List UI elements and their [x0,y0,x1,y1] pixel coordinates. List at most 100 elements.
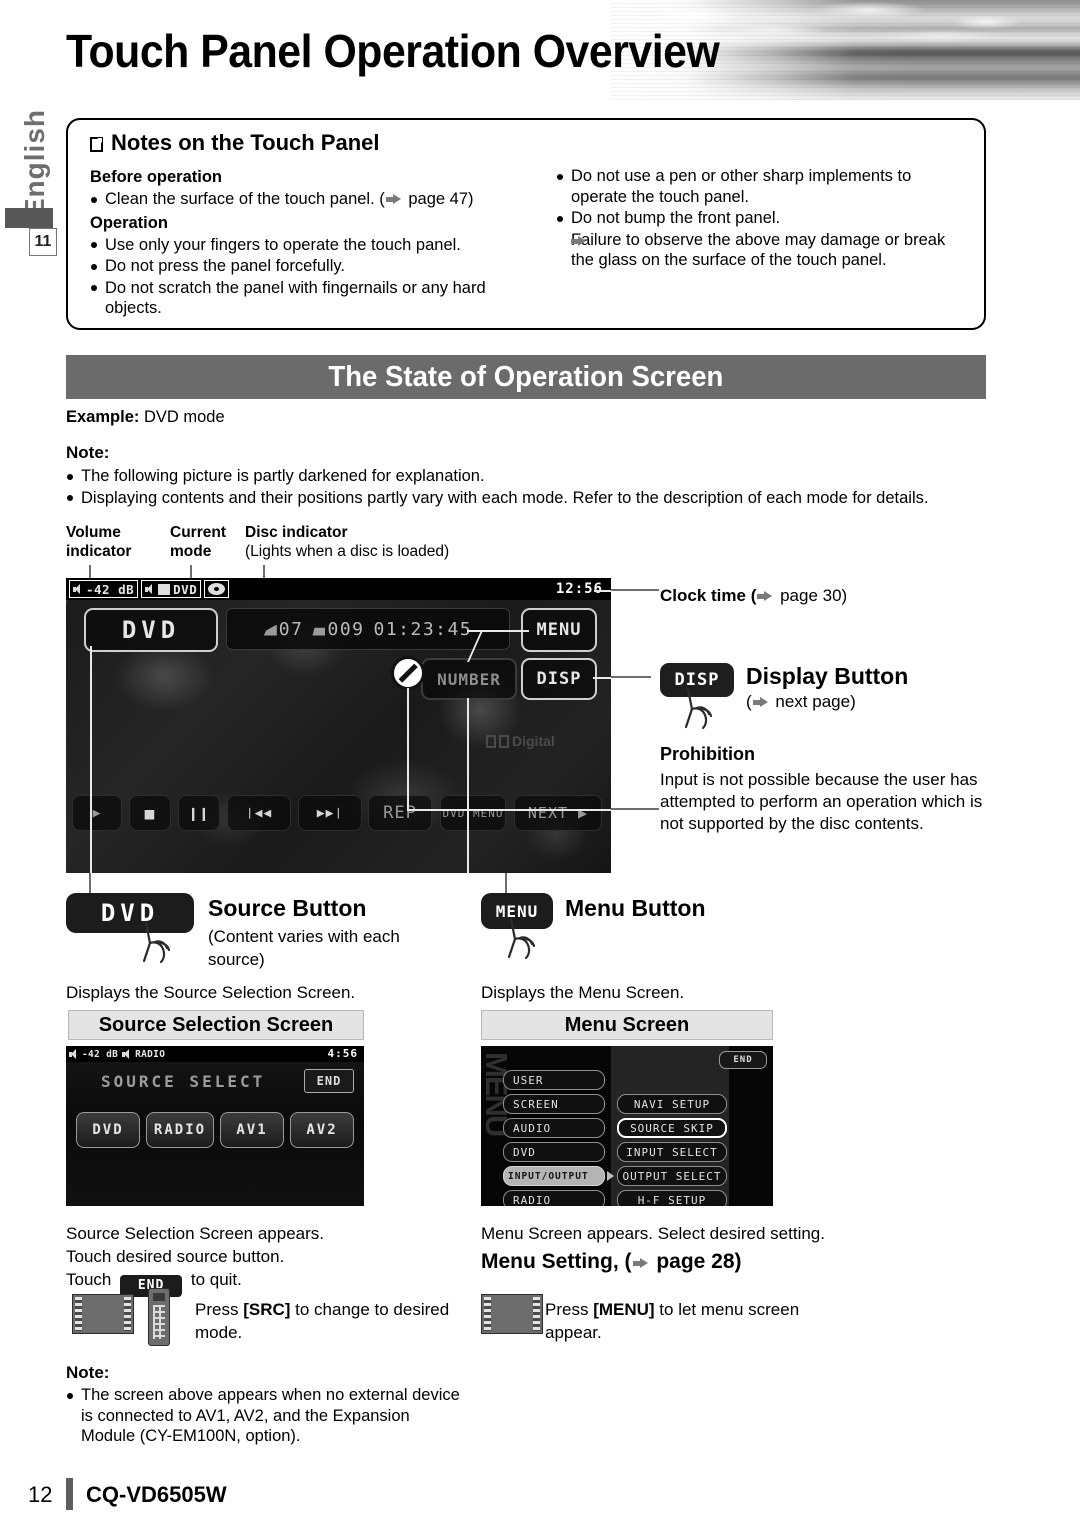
dvd-menu-button[interactable]: DVD MENU [440,795,506,831]
source-screen-status-bar: -42 dB RADIO 4:56 [66,1046,364,1062]
menu-item-source-skip[interactable]: SOURCE SKIP [617,1118,727,1138]
menu-item-audio[interactable]: AUDIO [503,1118,605,1138]
callout-clock-page: page 30) [775,586,848,605]
source-selection-screen-title: Source Selection Screen [68,1010,364,1040]
leader-line [89,873,91,895]
screen-number-button[interactable]: NUMBER [421,658,517,700]
screen-menu-button[interactable]: MENU [521,608,597,652]
dolby-d-icon [499,734,509,748]
source-end-button[interactable]: END [304,1069,354,1093]
example-line: Example: DVD mode [66,408,225,427]
next-track-button[interactable]: ▶▶❘ [298,795,362,831]
callout-volume-line1: Volume [66,524,121,541]
menu-item-input-select[interactable]: INPUT SELECT [617,1142,727,1162]
source-option-av1[interactable]: AV1 [220,1112,284,1148]
list-item: Do not scratch the panel with fingernail… [90,278,510,319]
menu-item-hf-setup[interactable]: H-F SETUP [617,1190,727,1206]
leader-line [505,873,507,895]
stop-button[interactable]: ■ [129,795,171,831]
notes-right-list: Do not use a pen or other sharp implemen… [556,166,968,271]
list-item: Do not press the panel forcefully. [90,256,510,277]
source-button-sub: (Content varies with each source) [208,927,400,969]
volume-value: -42 dB [86,581,135,597]
chapter-icon [263,624,277,636]
menu-item-navi-setup[interactable]: NAVI SETUP [617,1094,727,1114]
source-option-av2[interactable]: AV2 [290,1112,354,1148]
menu-item-screen[interactable]: SCREEN [503,1094,605,1114]
leader-line [263,565,265,579]
press-src-text: Press [SRC] to change to desired mode. [195,1298,455,1344]
disc-icon [208,583,226,595]
list-item-sub: Failure to observe the above may damage … [556,230,968,271]
dolby-label: Digital [512,733,555,749]
arrow-icon [632,1258,648,1269]
speaker-icon [69,1048,80,1060]
menu-item-dvd[interactable]: DVD [503,1142,605,1162]
track-value: 009 [327,618,365,640]
language-tab-label: English [19,108,50,218]
source-displays-text: Displays the Source Selection Screen. [66,983,356,1002]
menu-setting-post: page 28) [650,1250,742,1273]
source-after-line1: Source Selection Screen appears. [66,1224,324,1243]
source-after-text: Source Selection Screen appears. Touch d… [66,1222,466,1297]
elapsed-time-value: 01:23:45 [373,618,473,640]
current-mode-group: DVD [141,580,202,598]
callout-disc-title: Disc indicator [245,524,348,541]
menu-item-user[interactable]: USER [503,1070,605,1090]
before-operation-heading: Before operation [90,168,223,186]
next-page-button[interactable]: NEXT ▶ [514,795,602,831]
press-key: [MENU] [593,1300,655,1319]
callout-mode-line2: mode [170,543,212,560]
menu-setting-pre: Menu Setting, ( [481,1250,632,1273]
callout-disc-sub: (Lights when a disc is loaded) [245,543,450,560]
finger-pointer-icon [676,687,724,733]
leader-line [190,565,192,579]
source-selection-screen: -42 dB RADIO 4:56 SOURCE SELECT END DVD … [66,1046,364,1206]
repeat-button[interactable]: REP [368,795,432,831]
source-select-heading: SOURCE SELECT [101,1072,266,1091]
leader-line [467,630,529,632]
source-volume-value: -42 dB [82,1048,119,1060]
square-bullet-icon [90,136,103,152]
menu-end-button[interactable]: END [719,1051,767,1069]
operation-list: Use only your fingers to operate the tou… [90,235,510,319]
prohibition-icon [391,656,425,690]
before-operation-item-text: Clean the surface of the touch panel. ( [105,190,385,208]
menu-item-radio[interactable]: RADIO [503,1190,605,1206]
notes-panel-title: Notes on the Touch Panel [90,130,380,156]
remote-control-icon [148,1288,170,1346]
callout-prohibition: Prohibition Input is not possible becaus… [660,744,990,835]
menu-item-input-output[interactable]: INPUT/OUTPUT [503,1166,605,1186]
arrow-icon [752,697,768,708]
list-item: The screen above appears when no externa… [66,1385,466,1447]
mode-value: DVD [173,581,198,597]
source-after-line3: Touch END to quit. [66,1268,466,1297]
screen-disp-button[interactable]: DISP [521,658,597,700]
note-list: The screen above appears when no externa… [66,1385,466,1448]
leader-line [89,565,91,579]
list-item: Do not bump the front panel. [556,208,968,229]
screen-source-button[interactable]: DVD [84,608,218,652]
list-item: Displaying contents and their positions … [66,488,996,509]
previous-track-button[interactable]: ❘◀◀ [227,795,291,831]
source-button-title: Source Button [208,895,367,921]
menu-item-output-select[interactable]: OUTPUT SELECT [617,1166,727,1186]
press-pre: Press [545,1300,594,1319]
leader-line [467,698,469,873]
source-option-radio[interactable]: RADIO [146,1112,214,1148]
head-unit-icon [72,1294,134,1334]
leader-line [594,590,611,592]
leader-line [611,589,659,591]
source-after-line2: Touch desired source button. [66,1247,285,1266]
pause-button[interactable]: ❙❙ [178,795,220,831]
leader-line [611,808,659,810]
source-mode-value: RADIO [135,1048,166,1060]
source-option-dvd[interactable]: DVD [76,1112,140,1148]
list-item: Clean the surface of the touch panel. ( … [90,189,510,210]
page-title: Touch Panel Operation Overview [66,25,720,77]
playback-time-bar: 07 009 01:23:45 [226,608,510,650]
chapter-group: 07 [263,619,304,640]
page-tab-marker-bar [5,208,53,228]
callout-display-title: Display Button [746,663,909,689]
play-button[interactable]: ▶ [72,795,122,831]
